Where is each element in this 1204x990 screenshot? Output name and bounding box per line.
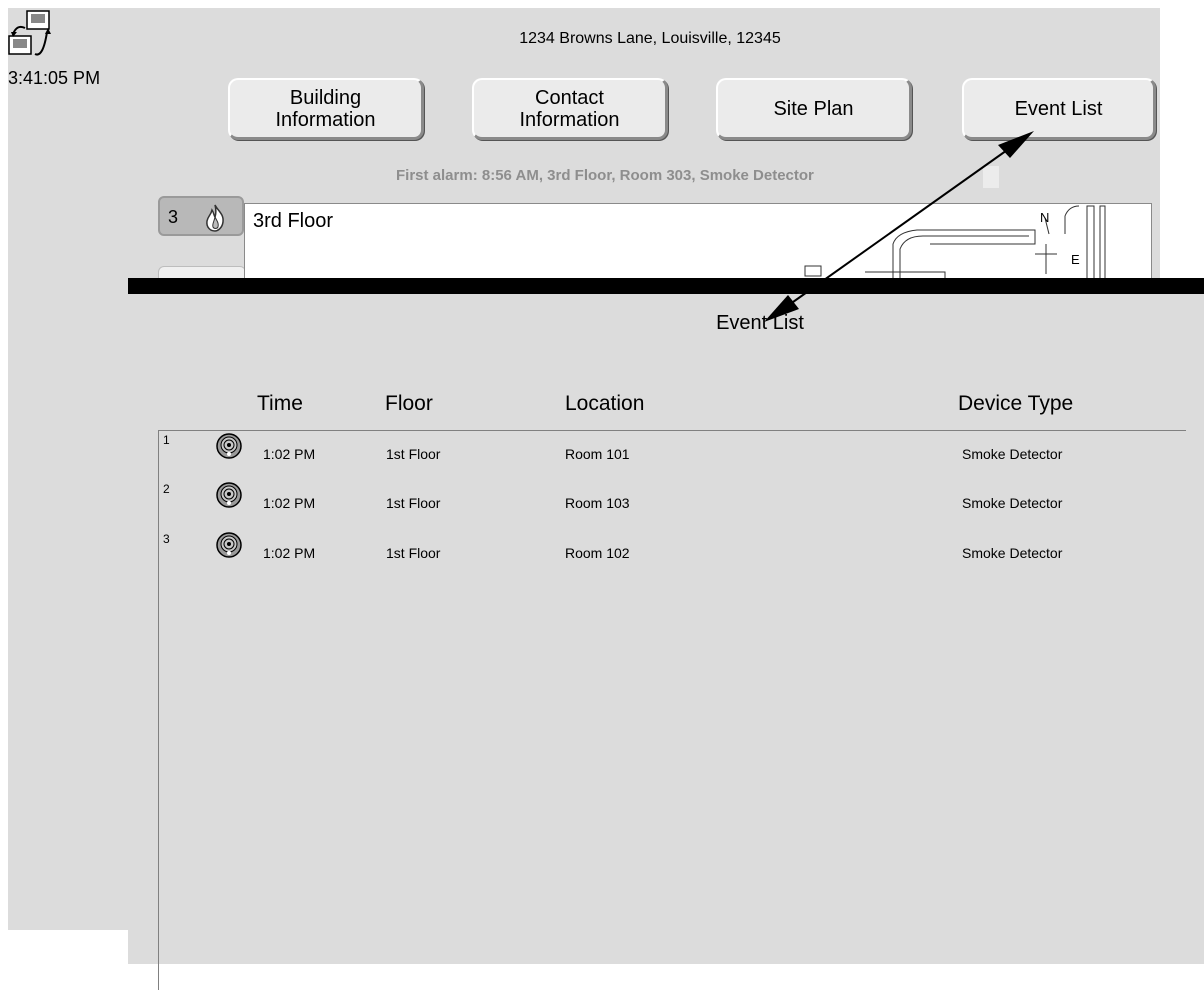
event-table: 1 1:02 PM 1st Floor Room 101 Smoke Detec…: [158, 430, 1186, 990]
floor-tab-3[interactable]: 3: [158, 196, 244, 236]
column-header-location[interactable]: Location: [565, 392, 644, 416]
event-floor: 1st Floor: [386, 545, 441, 561]
table-row[interactable]: 2 1:02 PM 1st Floor Room 103 Smoke Detec…: [159, 480, 1187, 528]
smoke-detector-icon: [216, 532, 242, 558]
contact-information-button[interactable]: Contact Information: [472, 78, 668, 140]
column-header-floor[interactable]: Floor: [385, 392, 433, 416]
event-time: 1:02 PM: [263, 446, 316, 462]
event-list-button[interactable]: Event List: [962, 78, 1156, 140]
event-device-type: Smoke Detector: [962, 446, 1063, 462]
table-row[interactable]: 1 1:02 PM 1st Floor Room 101 Smoke Detec…: [159, 431, 1187, 479]
floor-tab-number: 3: [168, 207, 179, 227]
event-location: Room 103: [565, 495, 630, 511]
column-header-time[interactable]: Time: [257, 392, 303, 416]
event-device-type: Smoke Detector: [962, 495, 1063, 511]
alarm-indicator: [983, 166, 999, 188]
site-plan-button[interactable]: Site Plan: [716, 78, 912, 140]
clock: 3:41:05 PM: [8, 68, 101, 88]
building-information-button[interactable]: Building Information: [228, 78, 424, 140]
event-floor: 1st Floor: [386, 495, 441, 511]
event-time: 1:02 PM: [263, 495, 316, 511]
site-address: 1234 Browns Lane, Louisville, 12345: [519, 30, 781, 47]
smoke-detector-icon: [216, 482, 242, 508]
compass-east-label: E: [1071, 252, 1080, 267]
fire-icon: [202, 203, 228, 238]
event-device-type: Smoke Detector: [962, 545, 1063, 561]
dialog-title-bar[interactable]: [128, 278, 1204, 294]
event-location: Room 102: [565, 545, 630, 561]
column-header-device-type[interactable]: Device Type: [958, 392, 1073, 416]
table-row[interactable]: 3 1:02 PM 1st Floor Room 102 Smoke Detec…: [159, 530, 1187, 578]
event-floor: 1st Floor: [386, 446, 441, 462]
event-list-dialog: Event List Time Floor Location Device Ty…: [128, 294, 1204, 990]
dialog-title: Event List: [716, 312, 804, 334]
first-alarm-text: First alarm: 8:56 AM, 3rd Floor, Room 30…: [396, 167, 814, 184]
row-index: 2: [163, 482, 170, 496]
smoke-detector-icon: [216, 433, 242, 459]
row-index: 3: [163, 532, 170, 546]
compass-north-label: N: [1040, 210, 1049, 225]
event-time: 1:02 PM: [263, 545, 316, 561]
event-location: Room 101: [565, 446, 630, 462]
row-index: 1: [163, 433, 170, 447]
